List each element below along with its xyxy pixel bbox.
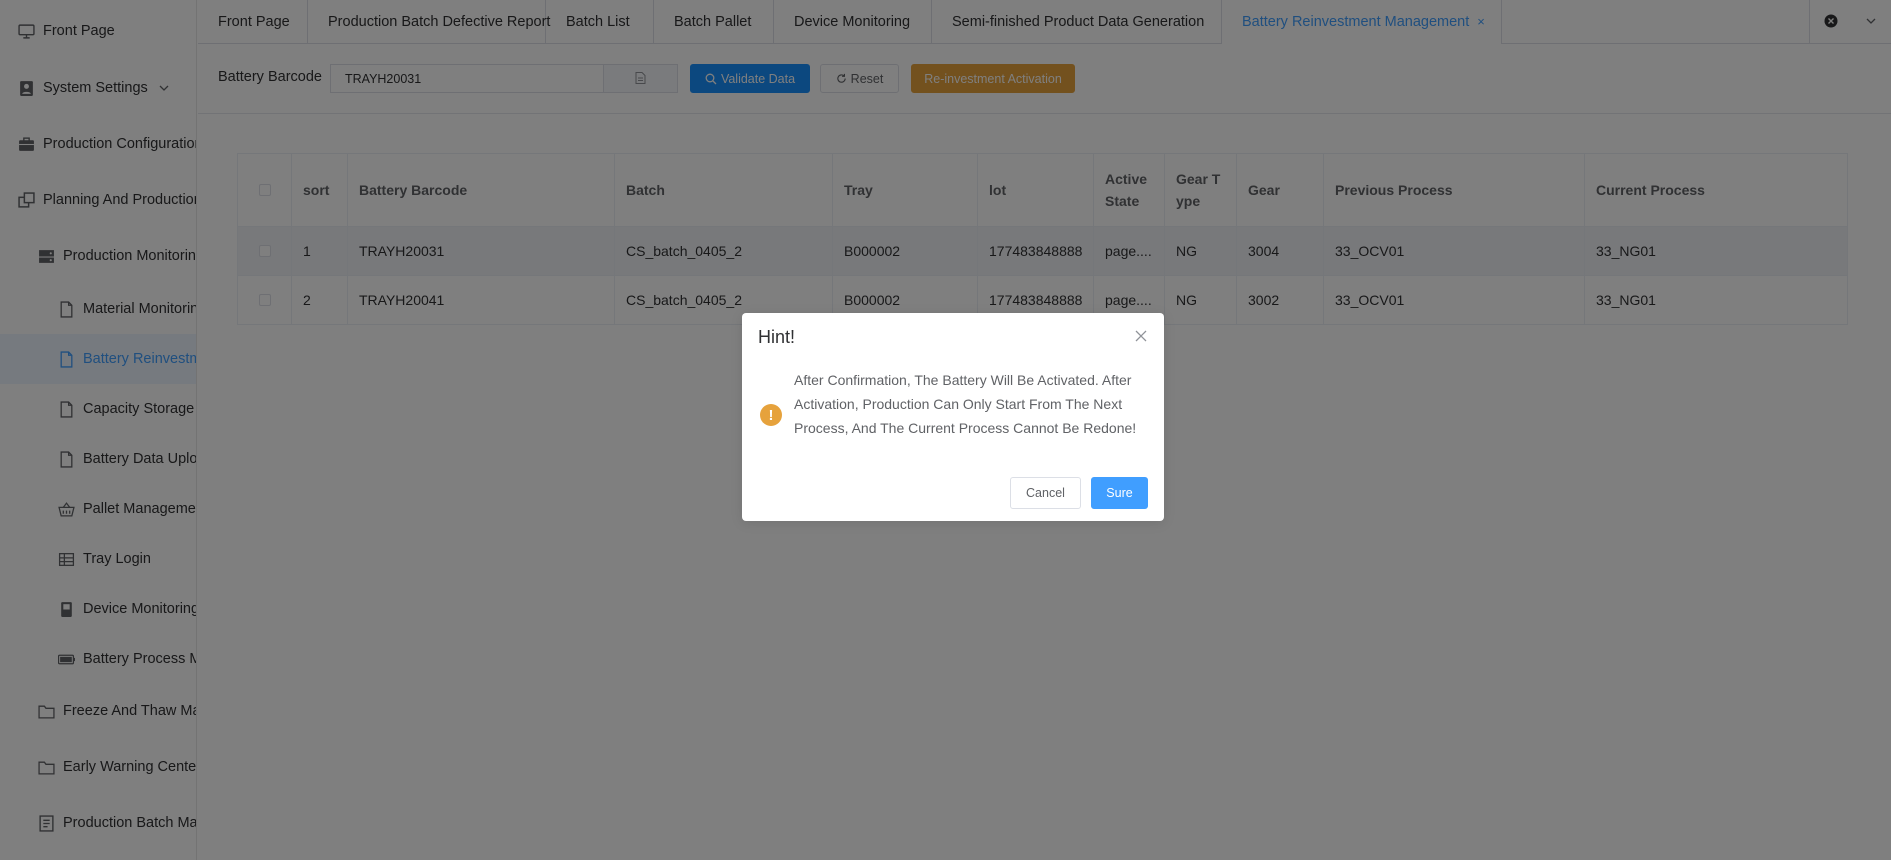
cancel-button[interactable]: Cancel: [1010, 477, 1081, 509]
dialog-message: After Confirmation, The Battery Will Be …: [794, 372, 1137, 436]
warning-icon: !: [760, 404, 782, 426]
close-icon[interactable]: [1134, 329, 1148, 343]
confirm-button[interactable]: Sure: [1091, 477, 1148, 509]
confirm-dialog: Hint! ! After Confirmation, The Battery …: [742, 313, 1164, 521]
dialog-title: Hint!: [758, 327, 796, 347]
